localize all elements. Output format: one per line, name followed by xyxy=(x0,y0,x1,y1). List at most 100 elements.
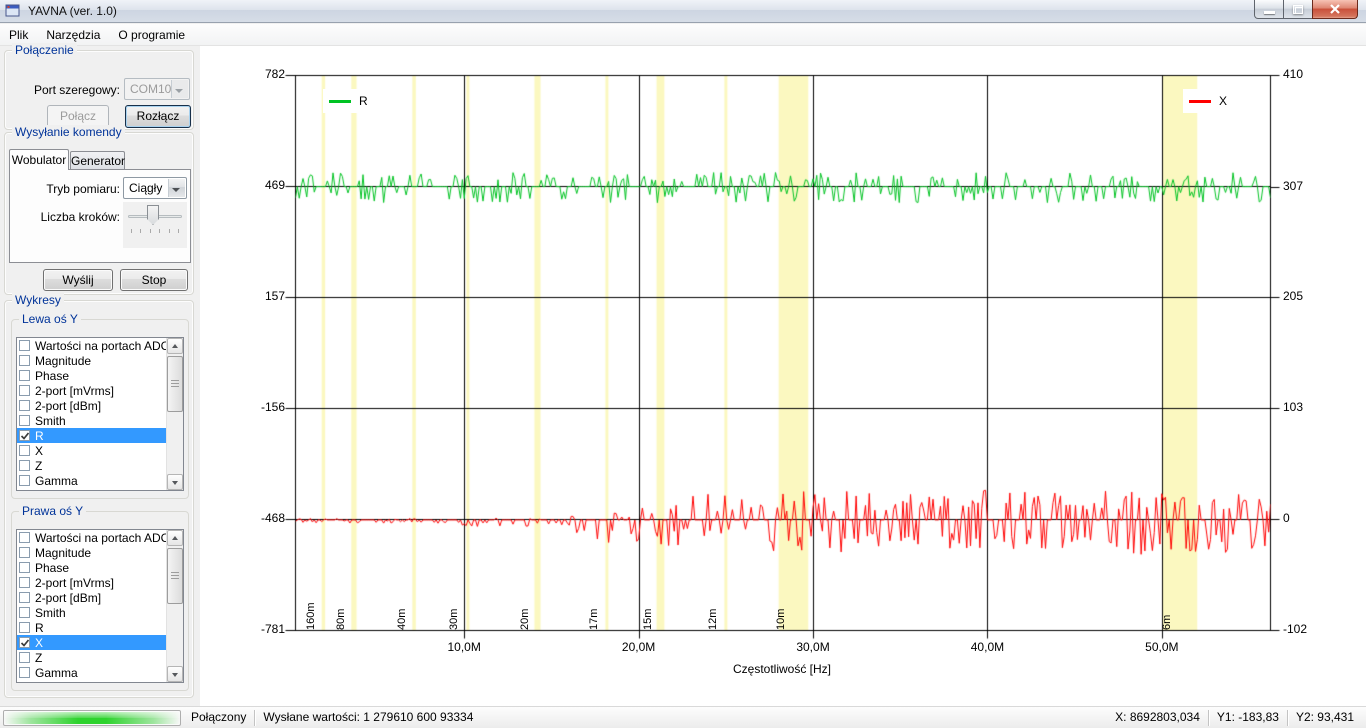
list-item-label: R xyxy=(35,429,44,443)
serial-port-label: Port szeregowy: xyxy=(15,83,120,97)
menu-item-plik[interactable]: Plik xyxy=(0,24,37,45)
list-item-r[interactable]: R xyxy=(17,428,183,443)
scroll-down-button[interactable] xyxy=(167,474,183,490)
measure-mode-select[interactable]: Ciągły xyxy=(123,177,187,199)
serial-port-select[interactable]: COM10 xyxy=(124,78,190,100)
menu-bar: PlikNarzędziaO programie xyxy=(0,24,1366,46)
list-item-gamma[interactable]: Gamma xyxy=(17,665,183,680)
list-item-x[interactable]: X xyxy=(17,443,183,458)
checkbox-icon[interactable] xyxy=(19,532,30,543)
checkbox-icon[interactable] xyxy=(19,622,30,633)
checkbox-icon[interactable] xyxy=(19,562,30,573)
scrollbar-thumb[interactable] xyxy=(167,548,183,604)
menu-item-o-programie[interactable]: O programie xyxy=(109,24,194,45)
status-cursor-y2: Y2: 93,431 xyxy=(1288,707,1366,728)
tab-wobulator[interactable]: Wobulator xyxy=(9,149,69,170)
y-left-tick-label: -468 xyxy=(225,511,285,525)
list-item-label: Phase xyxy=(35,369,69,383)
tab-generator[interactable]: Generator xyxy=(70,151,125,170)
chart-canvas[interactable] xyxy=(200,46,1366,706)
band-label-40m: 40m xyxy=(396,609,408,630)
list-item-label: Phase xyxy=(35,561,69,575)
vertical-scrollbar[interactable] xyxy=(166,530,183,682)
checkbox-icon[interactable] xyxy=(19,577,30,588)
left-axis-list[interactable]: Wartości na portach ADCMagnitudePhase2-p… xyxy=(16,337,184,491)
checkbox-icon[interactable] xyxy=(19,592,30,603)
slider-thumb[interactable] xyxy=(147,205,159,225)
chevron-down-icon xyxy=(172,188,180,192)
list-item-warto-ci-na-portach-adc[interactable]: Wartości na portach ADC xyxy=(17,338,183,353)
stop-button[interactable]: Stop xyxy=(120,269,188,291)
checkbox-icon[interactable] xyxy=(19,370,30,381)
scrollbar-thumb[interactable] xyxy=(167,356,183,412)
serial-port-dropdown-button[interactable] xyxy=(171,80,188,98)
checkbox-checked-icon[interactable] xyxy=(19,637,30,648)
list-item-gamma[interactable]: Gamma xyxy=(17,473,183,488)
scrollbar-grip-icon xyxy=(171,572,179,581)
close-icon xyxy=(1329,4,1341,14)
list-item-2-port-dbm[interactable]: 2-port [dBm] xyxy=(17,590,183,605)
list-item-smith[interactable]: Smith xyxy=(17,605,183,620)
checkbox-icon[interactable] xyxy=(19,652,30,663)
list-item-label: Z xyxy=(35,459,42,473)
list-item-label: Wartości na portach ADC xyxy=(35,339,169,353)
restore-button[interactable] xyxy=(1284,0,1312,19)
checkbox-icon[interactable] xyxy=(19,460,30,471)
list-item-warto-ci-na-portach-adc[interactable]: Wartości na portach ADC xyxy=(17,530,183,545)
titlebar[interactable]: YAVNA (ver. 1.0) xyxy=(0,0,1366,23)
disconnect-button[interactable]: Rozłącz xyxy=(125,105,191,128)
slider-ticks xyxy=(131,229,179,234)
list-item-2-port-mvrms[interactable]: 2-port [mVrms] xyxy=(17,383,183,398)
minimize-button[interactable] xyxy=(1254,0,1284,19)
measure-mode-value: Ciągły xyxy=(129,181,162,195)
list-item-label: 2-port [mVrms] xyxy=(35,384,114,398)
list-item-phase[interactable]: Phase xyxy=(17,368,183,383)
checkbox-icon[interactable] xyxy=(19,355,30,366)
list-item-z[interactable]: Z xyxy=(17,458,183,473)
steps-slider[interactable] xyxy=(123,202,187,248)
checkbox-icon[interactable] xyxy=(19,340,30,351)
list-item-magnitude[interactable]: Magnitude xyxy=(17,353,183,368)
group-left-axis: Lewa oś Y Wartości na portach ADCMagnitu… xyxy=(11,319,189,499)
vertical-scrollbar[interactable] xyxy=(166,338,183,490)
minimize-icon xyxy=(1264,11,1275,14)
restore-icon xyxy=(1293,5,1303,14)
checkbox-checked-icon[interactable] xyxy=(19,430,30,441)
list-item-r[interactable]: R xyxy=(17,620,183,635)
band-label-160m: 160m xyxy=(305,602,317,630)
group-left-axis-title: Lewa oś Y xyxy=(19,312,81,326)
list-item-2-port-mvrms[interactable]: 2-port [mVrms] xyxy=(17,575,183,590)
scroll-up-button[interactable] xyxy=(167,530,183,546)
scroll-up-button[interactable] xyxy=(167,338,183,354)
measure-mode-dropdown-button[interactable] xyxy=(168,179,185,197)
list-item-smith[interactable]: Smith xyxy=(17,413,183,428)
checkbox-icon[interactable] xyxy=(19,547,30,558)
checkbox-icon[interactable] xyxy=(19,415,30,426)
send-button[interactable]: Wyślij xyxy=(43,269,113,291)
chart-panel: 782469157-156-468-7814103072051030-10210… xyxy=(200,46,1366,706)
checkbox-icon[interactable] xyxy=(19,607,30,618)
menu-item-narz-dzia[interactable]: Narzędzia xyxy=(37,24,109,45)
status-cursor-y1: Y1: -183,83 xyxy=(1209,707,1287,728)
checkbox-icon[interactable] xyxy=(19,385,30,396)
scroll-down-button[interactable] xyxy=(167,666,183,682)
close-button[interactable] xyxy=(1312,0,1358,19)
list-item-x[interactable]: X xyxy=(17,635,183,650)
tabpage-wobulator: Tryb pomiaru: Ciągły Liczba kroków: xyxy=(9,169,191,263)
right-axis-list[interactable]: Wartości na portach ADCMagnitudePhase2-p… xyxy=(16,529,184,683)
list-item-label: Smith xyxy=(35,606,66,620)
checkbox-icon[interactable] xyxy=(19,475,30,486)
checkbox-icon[interactable] xyxy=(19,445,30,456)
band-label-12m: 12m xyxy=(707,609,719,630)
app-icon xyxy=(5,3,21,19)
progress-bar xyxy=(3,710,181,726)
checkbox-icon[interactable] xyxy=(19,400,30,411)
list-item-magnitude[interactable]: Magnitude xyxy=(17,545,183,560)
list-item-phase[interactable]: Phase xyxy=(17,560,183,575)
list-item-z[interactable]: Z xyxy=(17,650,183,665)
y-left-tick-label: -781 xyxy=(225,622,285,636)
checkbox-icon[interactable] xyxy=(19,667,30,678)
group-right-axis-title: Prawa oś Y xyxy=(19,504,86,518)
list-item-2-port-dbm[interactable]: 2-port [dBm] xyxy=(17,398,183,413)
legend-r-label: R xyxy=(359,94,368,108)
